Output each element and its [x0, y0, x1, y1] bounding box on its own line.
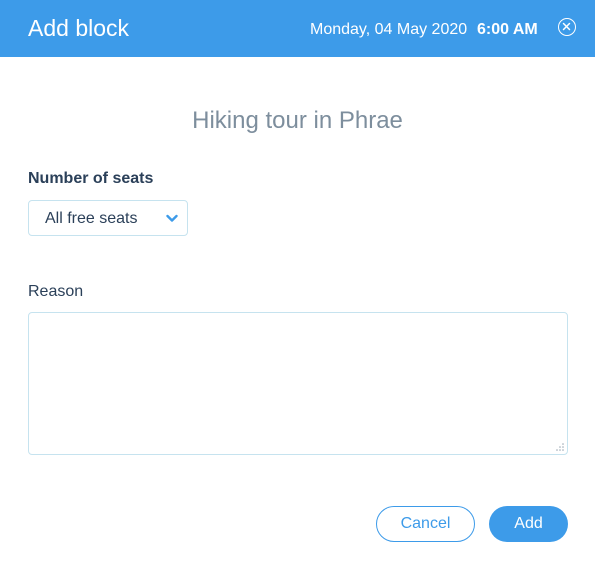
seats-select[interactable]: All free seats	[28, 200, 188, 236]
seats-label: Number of seats	[28, 170, 154, 187]
cancel-button[interactable]: Cancel	[376, 506, 475, 542]
add-button[interactable]: Add	[489, 506, 568, 542]
dialog-title: Add block	[28, 15, 130, 41]
block-time: 6:00 AM	[477, 21, 538, 38]
dialog-header: Add block Monday, 04 May 2020 6:00 AM	[0, 0, 595, 57]
close-button[interactable]	[558, 18, 576, 36]
reason-textarea[interactable]	[28, 312, 568, 455]
resize-grip-icon[interactable]	[556, 443, 564, 451]
seats-selected-value: All free seats	[45, 210, 138, 227]
close-icon	[562, 22, 571, 31]
reason-label: Reason	[28, 283, 84, 300]
chevron-down-icon	[166, 214, 178, 222]
block-date: Monday, 04 May 2020	[310, 21, 468, 38]
tour-title: Hiking tour in Phrae	[192, 107, 403, 134]
